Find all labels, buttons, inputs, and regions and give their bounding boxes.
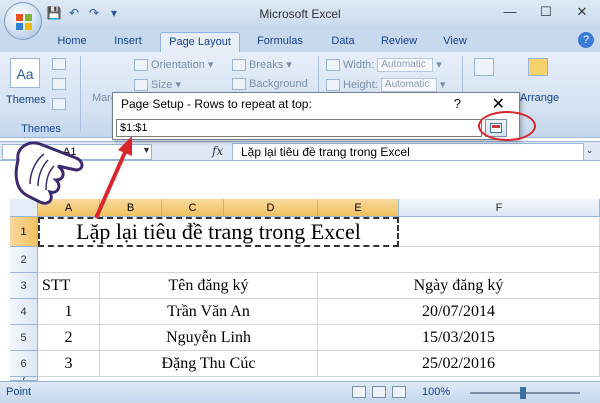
zoom-level[interactable]: 100% xyxy=(422,386,450,398)
office-button[interactable] xyxy=(4,2,42,40)
status-bar: Point 100% xyxy=(0,381,600,403)
tab-home[interactable]: Home xyxy=(52,32,92,52)
row-header-5[interactable]: 5 xyxy=(10,325,38,351)
ribbon-separator xyxy=(80,56,81,132)
page-layout-view-button[interactable] xyxy=(372,386,386,398)
row-header-2[interactable]: 2 xyxy=(10,247,38,273)
page-break-view-button[interactable] xyxy=(392,386,406,398)
height-label: Height: xyxy=(343,79,378,91)
cell-name[interactable]: Đặng Thu Cúc xyxy=(100,351,318,377)
row-header-6[interactable]: 6 xyxy=(10,351,38,377)
minimize-button[interactable]: — xyxy=(492,0,528,24)
size-label: Size xyxy=(151,79,173,91)
background-button[interactable]: Background xyxy=(232,78,308,91)
breaks-button[interactable]: Breaks ▾ xyxy=(232,58,292,72)
size-button[interactable]: Size ▾ xyxy=(134,78,181,92)
cell-date[interactable]: 20/07/2014 xyxy=(318,299,600,325)
width-dropdown[interactable]: Automatic xyxy=(377,58,434,73)
effects-icon[interactable] xyxy=(52,98,69,111)
name-box-dropdown-icon[interactable]: ▼ xyxy=(142,145,151,155)
ribbon-tabs: Home Insert Page Layout Formulas Data Re… xyxy=(0,28,600,52)
expand-formula-bar-icon[interactable]: ⌄ xyxy=(586,145,598,159)
normal-view-button[interactable] xyxy=(352,386,366,398)
arrange-button-label[interactable]: Arrange xyxy=(520,92,559,104)
office-logo-icon xyxy=(16,14,32,30)
themes-icon[interactable]: Aa xyxy=(10,58,40,88)
rows-to-repeat-input[interactable]: $1:$1 xyxy=(116,119,482,137)
arrange-icon[interactable] xyxy=(528,58,551,76)
column-header-f[interactable]: F xyxy=(399,199,600,217)
cell-name[interactable]: Nguyễn Linh xyxy=(100,325,318,351)
height-dropdown[interactable]: Automatic xyxy=(380,78,437,93)
column-header-d[interactable]: D xyxy=(224,199,318,217)
orientation-button[interactable]: Orientation ▾ xyxy=(134,58,213,72)
cell-stt[interactable]: 1 xyxy=(38,299,100,325)
tab-insert[interactable]: Insert xyxy=(108,32,148,52)
status-mode: Point xyxy=(6,386,32,398)
height-control[interactable]: Height: Automatic ▾ xyxy=(326,78,446,93)
tab-view[interactable]: View xyxy=(438,32,472,52)
sheet-options-icon[interactable] xyxy=(474,58,497,76)
formula-input[interactable]: Lặp lại tiêu đề trang trong Excel xyxy=(232,143,584,161)
column-header-e[interactable]: E xyxy=(318,199,399,217)
header-stt[interactable]: STT xyxy=(38,273,100,299)
background-label: Background xyxy=(249,78,308,90)
fonts-icon[interactable] xyxy=(52,78,69,91)
cell-date[interactable]: 15/03/2015 xyxy=(318,325,600,351)
dialog-title: Page Setup - Rows to repeat at top: xyxy=(121,97,312,111)
width-label: Width: xyxy=(343,59,375,71)
help-icon[interactable]: ? xyxy=(578,32,594,48)
column-header-b[interactable]: B xyxy=(100,199,162,217)
close-button[interactable]: ✕ xyxy=(564,0,600,24)
pointing-hand-icon xyxy=(14,141,84,205)
tab-review[interactable]: Review xyxy=(376,32,422,52)
cell-date[interactable]: 25/02/2016 xyxy=(318,351,600,377)
themes-button-label: Themes xyxy=(6,94,46,106)
tab-page-layout[interactable]: Page Layout xyxy=(160,32,240,52)
maximize-button[interactable]: ☐ xyxy=(528,0,564,24)
title-bar: 💾 ↶ ↷ ▾ Microsoft Excel — ☐ ✕ xyxy=(0,0,600,28)
page-setup-dialog: Page Setup - Rows to repeat at top: ? ✕ … xyxy=(112,92,520,140)
window-controls: — ☐ ✕ xyxy=(492,0,600,24)
breaks-label: Breaks xyxy=(249,59,284,71)
row-header-4[interactable]: 4 xyxy=(10,299,38,325)
row-header-3[interactable]: 3 xyxy=(10,273,38,299)
zoom-slider-thumb[interactable] xyxy=(520,387,526,399)
dialog-help-button[interactable]: ? xyxy=(454,96,461,111)
row-2-empty[interactable] xyxy=(38,247,600,273)
cell-name[interactable]: Trần Văn An xyxy=(100,299,318,325)
orientation-label: Orientation xyxy=(151,59,205,71)
highlight-circle xyxy=(478,111,536,141)
cell-stt[interactable]: 3 xyxy=(38,351,100,377)
header-date[interactable]: Ngày đăng ký xyxy=(318,273,600,299)
tab-data[interactable]: Data xyxy=(326,32,360,52)
insert-function-icon[interactable]: fx xyxy=(212,144,223,158)
column-header-c[interactable]: C xyxy=(162,199,224,217)
width-control[interactable]: Width: Automatic ▾ xyxy=(326,58,442,73)
cell-f1[interactable] xyxy=(399,217,600,247)
tab-formulas[interactable]: Formulas xyxy=(252,32,308,52)
cell-stt[interactable]: 2 xyxy=(38,325,100,351)
header-name[interactable]: Tên đăng ký xyxy=(100,273,318,299)
colors-icon[interactable] xyxy=(52,58,69,71)
